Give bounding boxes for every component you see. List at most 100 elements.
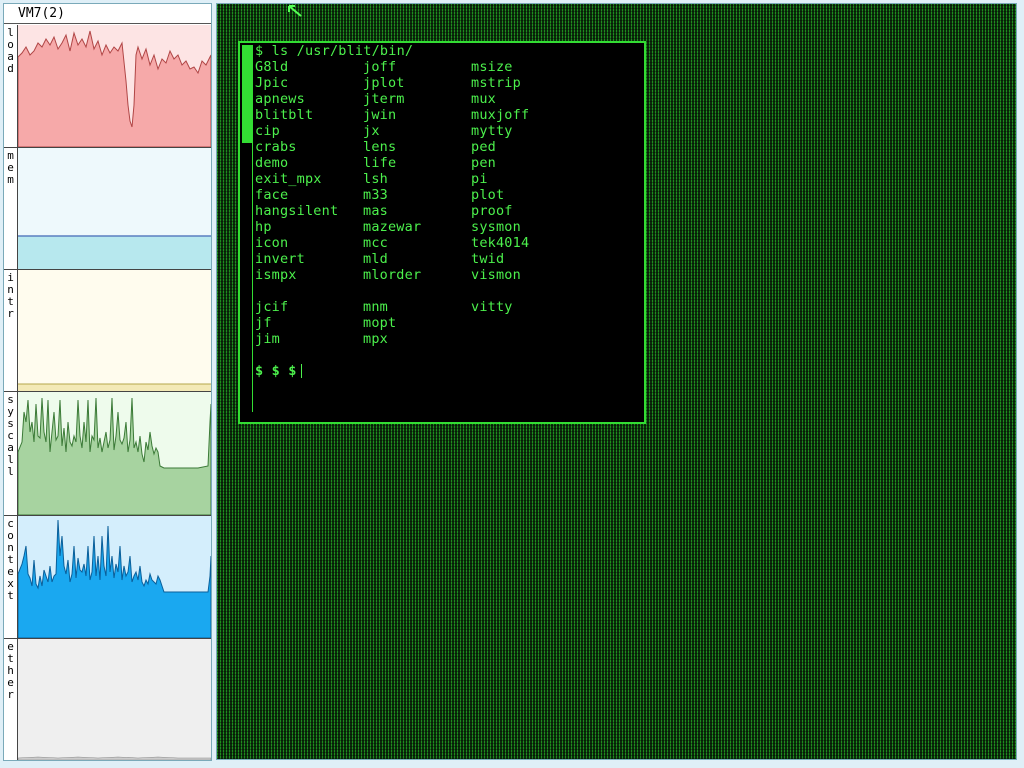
listing-row: hangsilent mas proof bbox=[255, 203, 640, 219]
file-name: mnm bbox=[363, 299, 388, 315]
mem-graph: mem bbox=[4, 148, 211, 270]
file-name: mytty bbox=[471, 123, 513, 139]
label-char: r bbox=[7, 307, 14, 320]
file-name: G8ld bbox=[255, 59, 289, 75]
listing-row: G8ld joff msize bbox=[255, 59, 640, 75]
label-char: d bbox=[7, 62, 14, 75]
file-name: pen bbox=[471, 155, 496, 171]
listing-row bbox=[255, 283, 640, 299]
prompt-line[interactable]: $ $ $ bbox=[255, 363, 640, 379]
file-name: twid bbox=[471, 251, 505, 267]
file-name: invert bbox=[255, 251, 305, 267]
terminal-output[interactable]: $ ls /usr/blit/bin/ G8ld joff msize Jpic jpl… bbox=[255, 43, 640, 422]
syscall-plot bbox=[17, 392, 211, 515]
listing-row: demo life pen bbox=[255, 155, 640, 171]
intr-label: intr bbox=[4, 270, 17, 391]
label-char: t bbox=[7, 589, 14, 602]
listing-row: blitblt jwin muxjoff bbox=[255, 107, 640, 123]
file-name: vitty bbox=[471, 299, 513, 315]
listing-row: crabs lens ped bbox=[255, 139, 640, 155]
directory-listing: G8ld joff msize Jpic jplot mstrip apnews jterm m… bbox=[255, 59, 640, 347]
mem-label: mem bbox=[4, 148, 17, 269]
terminal-scrollbar[interactable] bbox=[242, 45, 253, 412]
file-name: muxjoff bbox=[471, 107, 530, 123]
ether-graph: ether bbox=[4, 639, 211, 760]
file-name: exit_mpx bbox=[255, 171, 322, 187]
monitor-title: VM7(2) bbox=[4, 4, 211, 24]
intr-graph: intr bbox=[4, 270, 211, 392]
file-name: vismon bbox=[471, 267, 521, 283]
file-name: hangsilent bbox=[255, 203, 339, 219]
listing-row: Jpic jplot mstrip bbox=[255, 75, 640, 91]
intr-plot bbox=[17, 270, 211, 391]
file-name: demo bbox=[255, 155, 289, 171]
listing-row: jcif mnm vitty bbox=[255, 299, 640, 315]
file-name: jterm bbox=[363, 91, 405, 107]
listing-row: ismpx mlorder vismon bbox=[255, 267, 640, 283]
file-name: msize bbox=[471, 59, 513, 75]
context-graph: context bbox=[4, 516, 211, 639]
terminal-window[interactable]: $ ls /usr/blit/bin/ G8ld joff msize Jpic jpl… bbox=[238, 41, 646, 424]
file-name: jwin bbox=[363, 107, 397, 123]
load-plot bbox=[17, 25, 211, 147]
label-char: l bbox=[7, 465, 14, 478]
scrollbar-thumb[interactable] bbox=[242, 45, 252, 143]
file-name: mlorder bbox=[363, 267, 422, 283]
file-name: jplot bbox=[363, 75, 405, 91]
file-name: cip bbox=[255, 123, 280, 139]
ether-plot bbox=[17, 639, 211, 760]
command-line: $ ls /usr/blit/bin/ bbox=[255, 43, 414, 59]
ether-label: ether bbox=[4, 639, 17, 760]
file-name: crabs bbox=[255, 139, 297, 155]
listing-row: icon mcc tek4014 bbox=[255, 235, 640, 251]
file-name: tek4014 bbox=[471, 235, 530, 251]
file-name: jim bbox=[255, 331, 280, 347]
file-name: jcif bbox=[255, 299, 289, 315]
file-name: joff bbox=[363, 59, 397, 75]
file-name: sysmon bbox=[471, 219, 521, 235]
listing-row: face m33 plot bbox=[255, 187, 640, 203]
mem-plot bbox=[17, 148, 211, 269]
label-char: r bbox=[7, 688, 14, 701]
listing-row: jim mpx bbox=[255, 331, 640, 347]
file-name: mstrip bbox=[471, 75, 521, 91]
system-monitor-panel: VM7(2) load mem intr s y s c a l l c o n… bbox=[3, 3, 212, 761]
file-name: mcc bbox=[363, 235, 388, 251]
file-name: pi bbox=[471, 171, 488, 187]
load-graph: load bbox=[4, 25, 211, 148]
file-name: jx bbox=[363, 123, 380, 139]
file-name: mld bbox=[363, 251, 388, 267]
listing-row: hp mazewar sysmon bbox=[255, 219, 640, 235]
listing-row: jf mopt bbox=[255, 315, 640, 331]
context-label: context bbox=[4, 516, 17, 638]
text-cursor bbox=[300, 364, 302, 378]
file-name: proof bbox=[471, 203, 513, 219]
file-name: lsh bbox=[363, 171, 388, 187]
file-name: blitblt bbox=[255, 107, 314, 123]
file-name: face bbox=[255, 187, 289, 203]
file-name: lens bbox=[363, 139, 397, 155]
prompt-text: $ $ $ bbox=[255, 363, 297, 379]
file-name: plot bbox=[471, 187, 505, 203]
file-name: mopt bbox=[363, 315, 397, 331]
file-name: jf bbox=[255, 315, 272, 331]
listing-row: exit_mpx lsh pi bbox=[255, 171, 640, 187]
context-plot bbox=[17, 516, 211, 638]
file-name: hp bbox=[255, 219, 272, 235]
file-name: Jpic bbox=[255, 75, 289, 91]
file-name: life bbox=[363, 155, 397, 171]
file-name: ped bbox=[471, 139, 496, 155]
file-name: mas bbox=[363, 203, 388, 219]
file-name: m33 bbox=[363, 187, 388, 203]
syscall-graph: syscall bbox=[4, 392, 211, 516]
label-char: m bbox=[7, 173, 14, 186]
syscall-label: syscall bbox=[4, 392, 17, 515]
listing-row: cip jx mytty bbox=[255, 123, 640, 139]
file-name: icon bbox=[255, 235, 289, 251]
mouse-cursor-icon bbox=[288, 5, 302, 17]
load-label: load bbox=[4, 25, 17, 147]
file-name: mux bbox=[471, 91, 496, 107]
file-name: apnews bbox=[255, 91, 305, 107]
file-name: mazewar bbox=[363, 219, 422, 235]
listing-row: invert mld twid bbox=[255, 251, 640, 267]
